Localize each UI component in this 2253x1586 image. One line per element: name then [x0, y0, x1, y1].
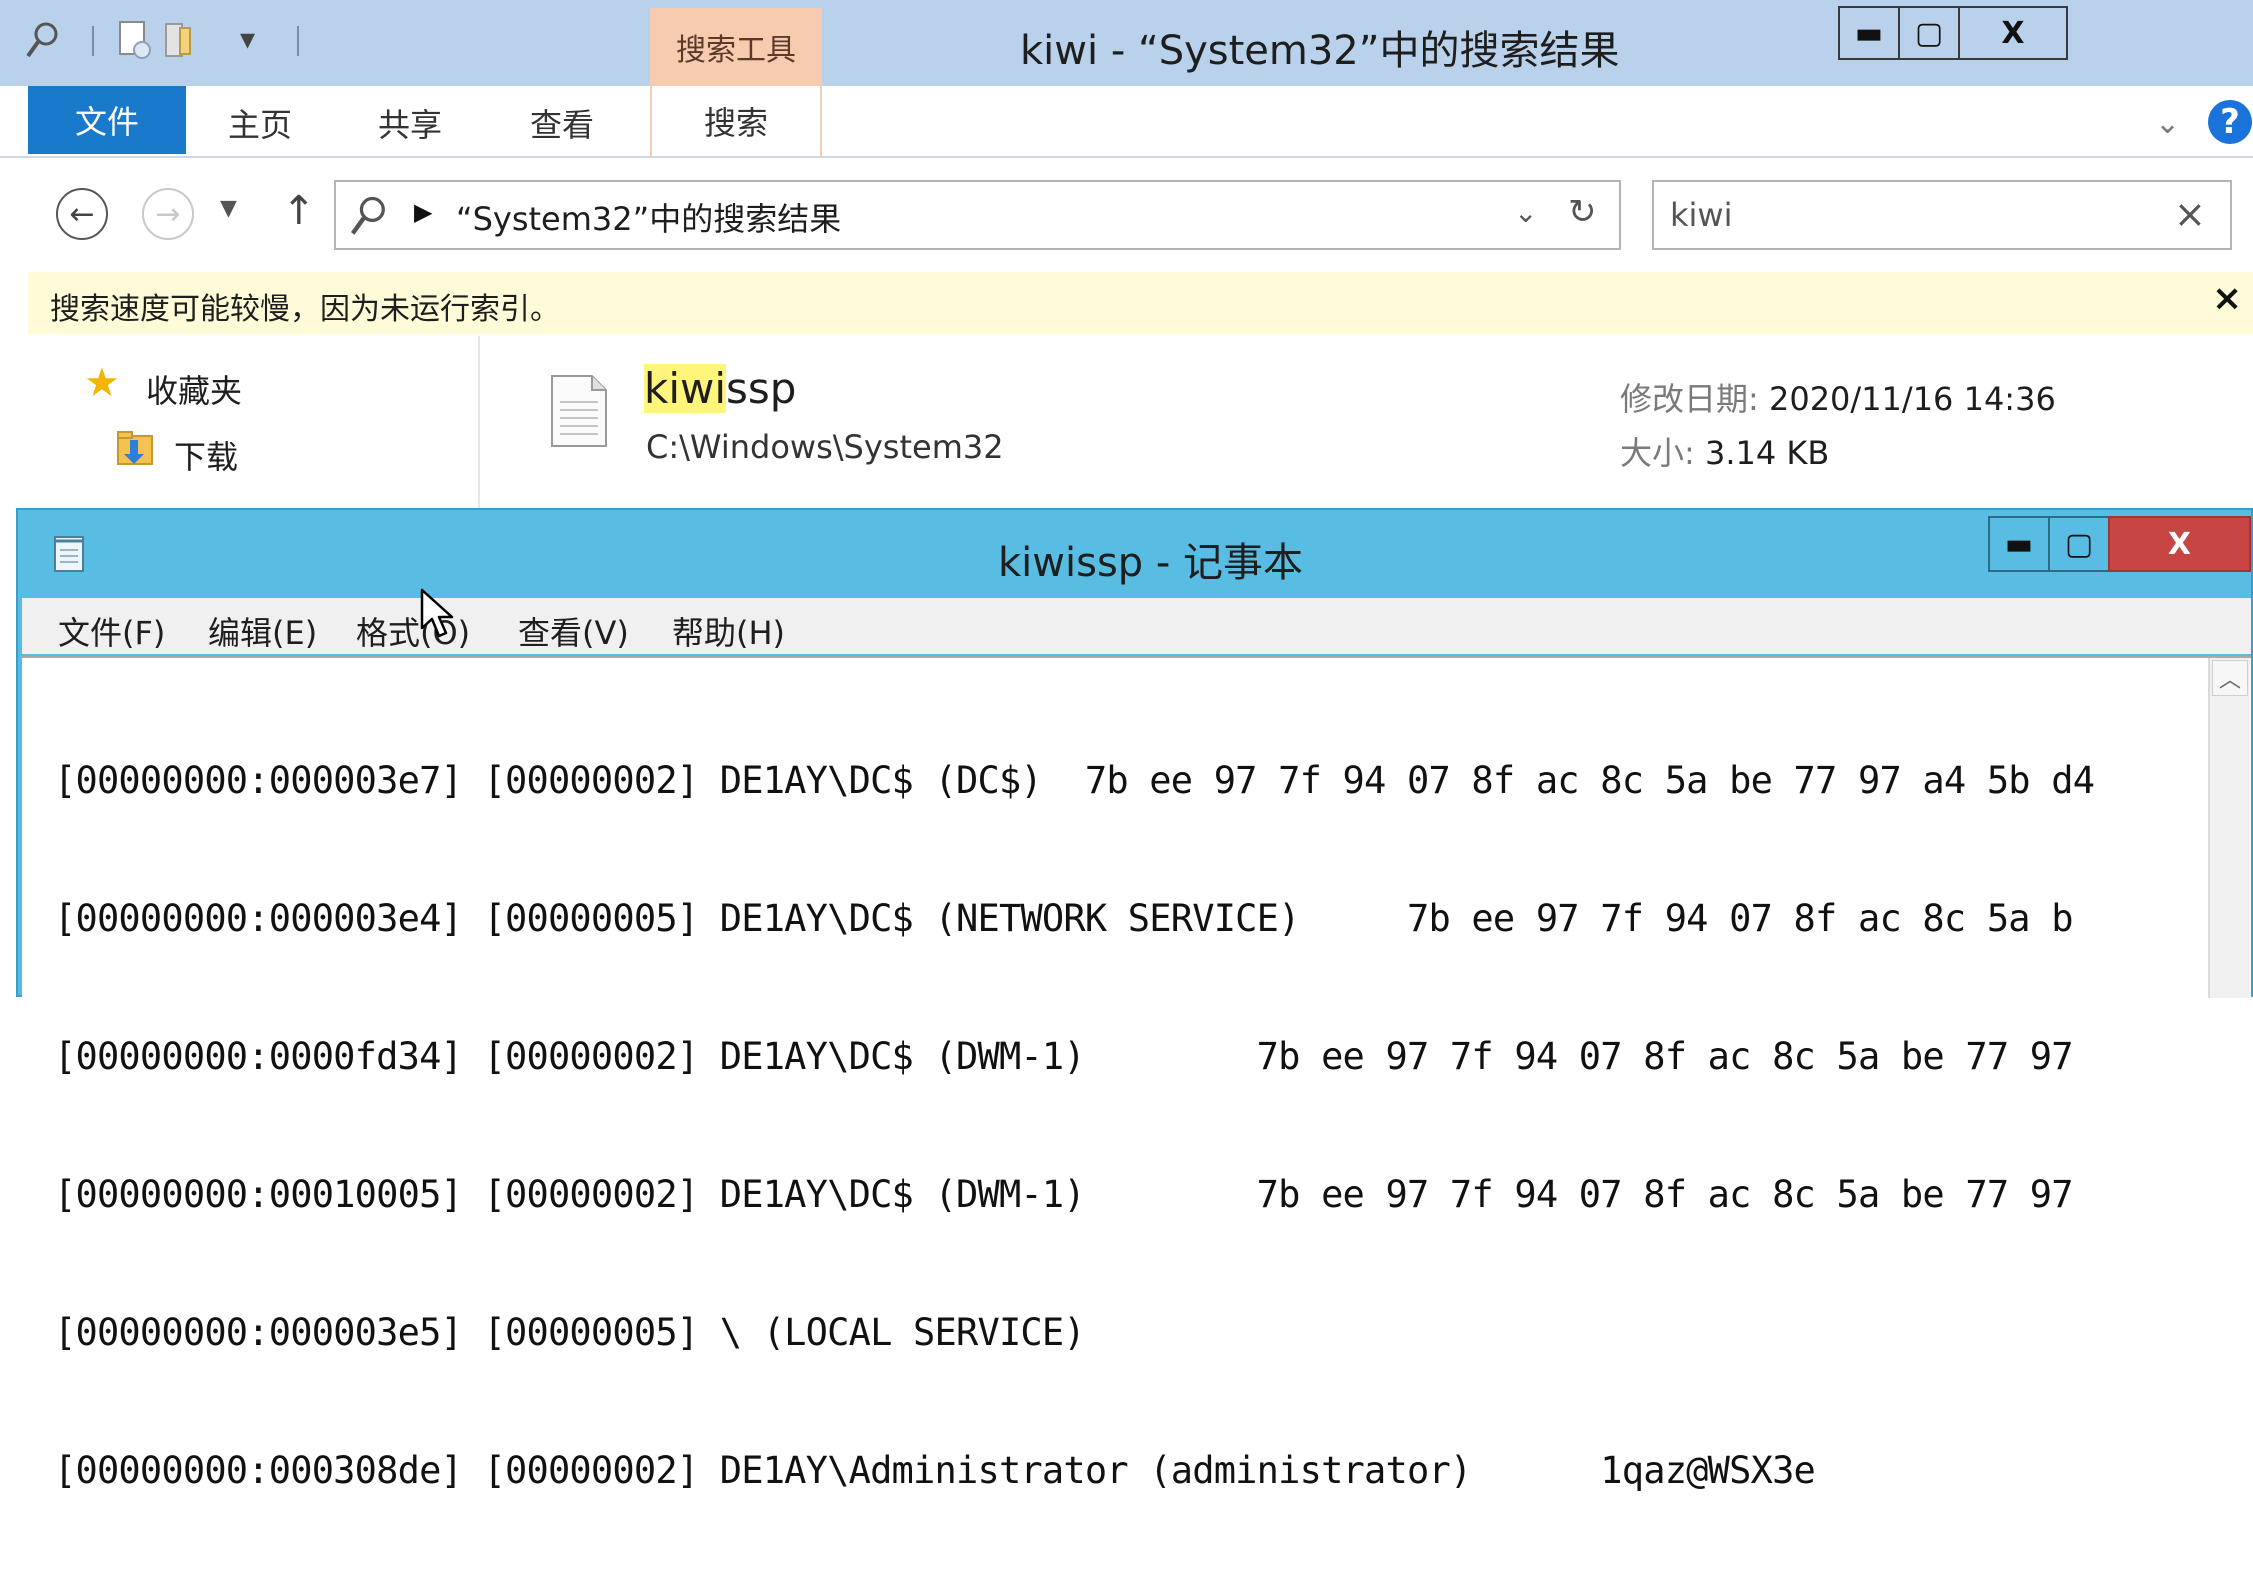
navigation-pane: ★ 收藏夹 下载	[28, 336, 480, 516]
search-icon[interactable]	[24, 18, 60, 62]
notepad-icon[interactable]	[52, 532, 88, 574]
downloads-folder-icon	[117, 431, 153, 465]
tab-share[interactable]: 共享	[378, 100, 442, 146]
scroll-up-icon[interactable]: ︿	[2212, 660, 2248, 696]
maximize-icon: ▢	[2064, 526, 2094, 562]
up-arrow-icon[interactable]: ↑	[282, 188, 316, 234]
modified-date: 修改日期: 2020/11/16 14:36	[1620, 374, 2056, 420]
sidebar-item-downloads[interactable]: 下载	[174, 432, 238, 478]
back-arrow-icon: ←	[69, 196, 95, 232]
file-name-rest: ssp	[726, 364, 797, 413]
search-tools-context-tab: 搜索工具	[650, 8, 822, 86]
text-line: [00000000:00010005] [00000002] DE1AY\DC$…	[54, 1173, 2074, 1216]
file-size-value: 3.14 KB	[1704, 434, 1830, 472]
notepad-minimize-button[interactable]: ▬	[1988, 516, 2050, 572]
notepad-title-bar[interactable]: kiwissp - 记事本 ▬ ▢ X	[18, 510, 2253, 598]
menu-help[interactable]: 帮助(H)	[672, 608, 785, 654]
refresh-icon[interactable]: ↻	[1568, 192, 1597, 232]
toolbar-separator	[92, 26, 94, 56]
modified-date-label: 修改日期:	[1620, 380, 1769, 418]
search-input[interactable]: kiwi ×	[1652, 180, 2232, 250]
file-name[interactable]: kiwissp	[644, 364, 796, 413]
menu-view[interactable]: 查看(V)	[518, 608, 629, 654]
customize-qat-icon[interactable]: ▾	[240, 22, 255, 57]
search-match-highlight: kiwi	[644, 364, 727, 413]
search-icon	[350, 196, 385, 235]
info-bar-message[interactable]: 搜索速度可能较慢，因为未运行索引。	[50, 284, 560, 328]
menu-edit[interactable]: 编辑(E)	[208, 608, 317, 654]
text-file-icon	[551, 375, 607, 447]
mouse-cursor-icon	[420, 588, 454, 638]
search-result-item[interactable]: kiwissp C:\Windows\System32 修改日期: 2020/1…	[540, 360, 2240, 480]
notepad-window-title: kiwissp - 记事本	[998, 540, 1304, 586]
minimize-icon: ▬	[1854, 15, 1884, 51]
notepad-window: kiwissp - 记事本 ▬ ▢ X 文件(F) 编辑(E) 格式(O) 查看…	[16, 508, 2253, 1492]
info-bar: 搜索速度可能较慢，因为未运行索引。 ×	[28, 272, 2253, 334]
text-line: [00000000:000308de] [00000002] DE1AY\Adm…	[54, 1449, 1816, 1492]
back-button[interactable]: ←	[56, 188, 108, 240]
modified-date-value: 2020/11/16 14:36	[1768, 380, 2056, 418]
tab-home[interactable]: 主页	[228, 100, 292, 146]
ribbon-tab-bar: 文件 主页 共享 查看 搜索 ⌄ ?	[0, 86, 2253, 158]
breadcrumb-arrow-icon[interactable]: ▶	[414, 198, 432, 226]
close-button[interactable]: X	[1958, 6, 2068, 60]
help-icon[interactable]: ?	[2208, 100, 2252, 144]
sidebar-item-favorites[interactable]: 收藏夹	[146, 366, 242, 412]
text-line: [00000000:000003e4] [00000005] DE1AY\DC$…	[54, 897, 2074, 940]
notepad-maximize-button[interactable]: ▢	[2048, 516, 2110, 572]
maximize-button[interactable]: ▢	[1898, 6, 1960, 60]
text-line: [00000000:000003e5] [00000005] \ (LOCAL …	[54, 1311, 1086, 1354]
vertical-scrollbar[interactable]: ︿	[2208, 658, 2250, 998]
forward-arrow-icon: →	[155, 196, 181, 232]
tab-search[interactable]: 搜索	[650, 86, 822, 156]
text-line: [00000000:000003e7] [00000002] DE1AY\DC$…	[54, 759, 2095, 802]
toolbar-separator	[297, 26, 299, 56]
tab-view[interactable]: 查看	[530, 100, 594, 146]
explorer-window-title: kiwi - “System32”中的搜索结果	[1020, 28, 1620, 74]
properties-icon[interactable]	[116, 18, 152, 62]
navigation-bar: ← → ▼ ↑ ▶ “System32”中的搜索结果 ⌄ ↻ kiwi ×	[0, 158, 2253, 270]
search-input-value[interactable]: kiwi	[1670, 196, 1732, 234]
menu-file[interactable]: 文件(F)	[58, 608, 165, 654]
new-folder-icon[interactable]	[160, 18, 196, 62]
notepad-content[interactable]: [00000000:000003e7] [00000002] DE1AY\DC$…	[54, 666, 2234, 1586]
minimize-icon: ▬	[2004, 526, 2034, 562]
maximize-icon: ▢	[1914, 15, 1944, 51]
notepad-close-button[interactable]: X	[2108, 516, 2251, 572]
recent-locations-icon[interactable]: ▼	[220, 196, 237, 221]
file-size-label: 大小:	[1620, 434, 1705, 472]
notepad-text-area[interactable]: [00000000:000003e7] [00000002] DE1AY\DC$…	[22, 656, 2251, 1492]
address-bar[interactable]: ▶ “System32”中的搜索结果 ⌄ ↻	[334, 180, 1621, 250]
tab-file[interactable]: 文件	[28, 86, 186, 154]
chevron-down-icon[interactable]: ⌄	[1514, 196, 1537, 229]
expand-ribbon-icon[interactable]: ⌄	[2155, 106, 2180, 141]
forward-button[interactable]: →	[142, 188, 194, 240]
star-icon: ★	[84, 360, 120, 406]
close-info-bar-icon[interactable]: ×	[2212, 278, 2242, 319]
address-path[interactable]: “System32”中的搜索结果	[456, 194, 841, 240]
notepad-menu-bar: 文件(F) 编辑(E) 格式(O) 查看(V) 帮助(H)	[22, 598, 2251, 654]
text-line: [00000000:0000fd34] [00000002] DE1AY\DC$…	[54, 1035, 2074, 1078]
explorer-title-bar[interactable]: ▾ 搜索工具 kiwi - “System32”中的搜索结果 ▬ ▢ X	[0, 0, 2253, 86]
file-size: 大小: 3.14 KB	[1620, 428, 1829, 474]
file-path: C:\Windows\System32	[646, 428, 1004, 466]
clear-search-icon[interactable]: ×	[2174, 192, 2206, 236]
minimize-button[interactable]: ▬	[1838, 6, 1900, 60]
